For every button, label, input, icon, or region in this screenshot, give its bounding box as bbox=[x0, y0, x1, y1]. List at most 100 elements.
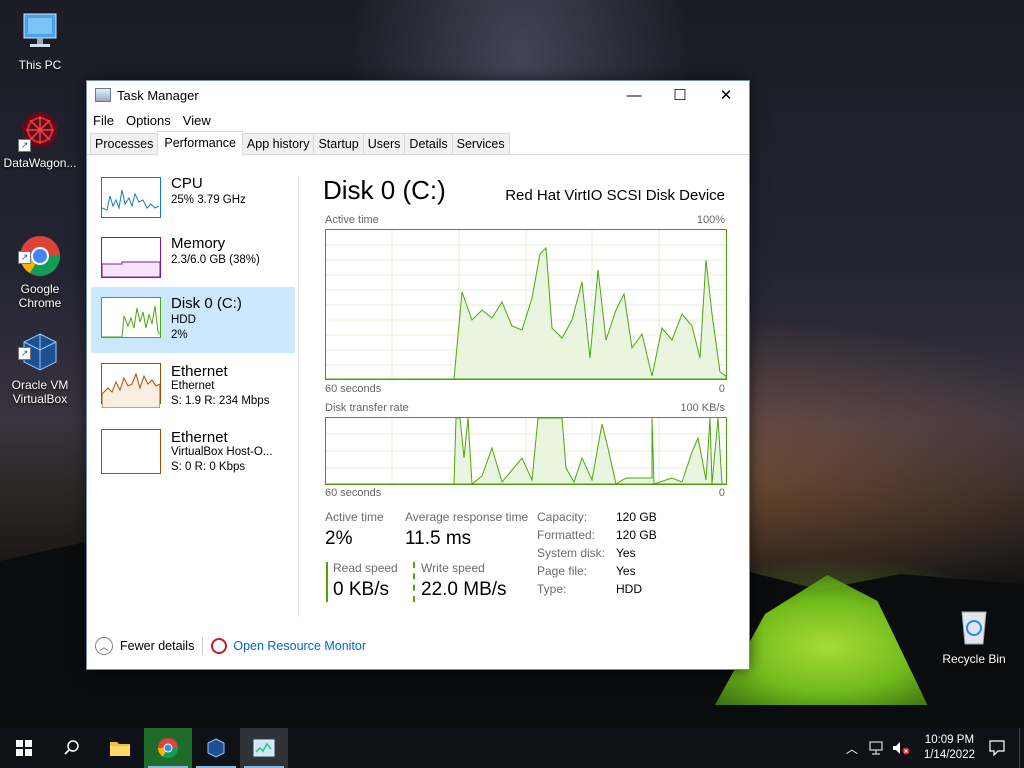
desktop-icon-virtualbox[interactable]: ↗ Oracle VM VirtualBox bbox=[0, 302, 80, 406]
menu-view[interactable]: View bbox=[183, 113, 211, 128]
shortcut-arrow-icon: ↗ bbox=[18, 251, 31, 264]
resource-detail: 2.3/6.0 GB (38%) bbox=[171, 254, 260, 266]
recycle-bin-icon bbox=[952, 604, 996, 648]
maximize-button[interactable]: ☐ bbox=[657, 81, 703, 109]
desktop-icon-label: Recycle Bin bbox=[942, 652, 1006, 666]
graph1-time: 60 seconds bbox=[325, 383, 382, 395]
menu-file[interactable]: File bbox=[93, 113, 114, 128]
chrome-icon: ↗ bbox=[18, 220, 62, 276]
graph2-min: 0 bbox=[718, 487, 725, 499]
resource-name: Disk 0 (C:) bbox=[171, 295, 242, 312]
chrome-icon bbox=[158, 738, 178, 758]
write-speed-label: Write speed bbox=[421, 561, 485, 575]
resource-item-ethernet-vbox[interactable]: Ethernet VirtualBox Host-O... S: 0 R: 0 … bbox=[91, 427, 295, 493]
tab-app-history[interactable]: App history bbox=[241, 133, 315, 154]
windows-logo-icon bbox=[16, 740, 32, 756]
resource-item-ethernet[interactable]: Ethernet Ethernet S: 1.9 R: 234 Mbps bbox=[91, 361, 295, 427]
fewer-details-button[interactable]: Fewer details bbox=[120, 639, 194, 653]
clock[interactable]: 10:09 PM 1/14/2022 bbox=[924, 733, 975, 763]
menu-bar: File Options View bbox=[87, 109, 749, 131]
desktop-icon-label: DataWagon... bbox=[3, 156, 77, 170]
network-icon[interactable] bbox=[868, 741, 884, 755]
resource-detail: 25% 3.79 GHz bbox=[171, 194, 246, 206]
resource-detail: Ethernet bbox=[171, 380, 215, 392]
ethernet-thumbnail-graph bbox=[101, 363, 161, 409]
disk-model: Red Hat VirtIO SCSI Disk Device bbox=[505, 187, 725, 204]
volume-muted-icon[interactable] bbox=[892, 741, 910, 755]
avg-response-label: Average response time bbox=[405, 510, 529, 524]
write-speed-value: 22.0 MB/s bbox=[421, 579, 507, 600]
graph2-label: Disk transfer rate bbox=[325, 402, 409, 414]
prop-system-disk-value: Yes bbox=[616, 546, 636, 560]
prop-formatted-value: 120 GB bbox=[616, 528, 657, 542]
taskbar-chrome[interactable] bbox=[144, 728, 192, 768]
chevron-up-icon[interactable]: ︿ bbox=[95, 637, 113, 655]
disk-thumbnail-graph bbox=[101, 297, 161, 338]
datawagon-icon: ↗ bbox=[18, 108, 62, 152]
search-icon bbox=[64, 740, 79, 755]
window-title: Task Manager bbox=[117, 87, 199, 103]
prop-formatted-label: Formatted: bbox=[537, 528, 596, 542]
footer-divider bbox=[202, 637, 204, 655]
resource-detail: HDD bbox=[171, 314, 196, 326]
search-button[interactable] bbox=[48, 728, 96, 768]
desktop-icon-chrome[interactable]: ↗ Google Chrome bbox=[0, 206, 80, 310]
notifications-icon[interactable] bbox=[989, 740, 1005, 756]
graph2-max: 100 KB/s bbox=[680, 402, 725, 414]
taskbar-task-manager[interactable] bbox=[240, 728, 288, 768]
footer-bar: ︿ Fewer details Open Resource Monitor bbox=[95, 637, 366, 655]
prop-system-disk-label: System disk: bbox=[537, 546, 606, 560]
graph1-label: Active time bbox=[325, 214, 379, 226]
open-resource-monitor-link[interactable]: Open Resource Monitor bbox=[233, 639, 366, 653]
show-desktop-button[interactable] bbox=[1019, 728, 1024, 768]
menu-options[interactable]: Options bbox=[126, 113, 171, 128]
title-bar[interactable]: Task Manager — ☐ ✕ bbox=[87, 81, 749, 109]
tab-users[interactable]: Users bbox=[362, 133, 406, 154]
this-pc-icon bbox=[18, 10, 62, 54]
prop-type-label: Type: bbox=[537, 582, 567, 596]
resource-usage: 2% bbox=[171, 329, 188, 341]
tab-startup[interactable]: Startup bbox=[313, 133, 364, 154]
read-speed-label: Read speed bbox=[333, 561, 398, 575]
resource-name: Ethernet bbox=[171, 363, 228, 380]
prop-type-value: HDD bbox=[616, 582, 642, 596]
virtualbox-icon: ↗ bbox=[18, 316, 62, 371]
prop-page-file-value: Yes bbox=[616, 564, 636, 578]
taskbar: ︿ 10:09 PM 1/14/2022 bbox=[0, 728, 1024, 768]
task-manager-window: Task Manager — ☐ ✕ File Options View Pro… bbox=[86, 80, 750, 670]
read-speed-value: 0 KB/s bbox=[333, 579, 389, 600]
ethernet-vbox-thumbnail-graph bbox=[101, 429, 161, 474]
resource-name: CPU bbox=[171, 175, 203, 192]
tab-services[interactable]: Services bbox=[451, 133, 510, 154]
start-button[interactable] bbox=[0, 728, 48, 768]
close-button[interactable]: ✕ bbox=[703, 81, 749, 109]
resource-monitor-icon bbox=[211, 638, 228, 654]
desktop-icon-this-pc[interactable]: This PC bbox=[0, 10, 80, 72]
resource-item-disk0[interactable]: Disk 0 (C:) HDD 2% bbox=[91, 287, 295, 353]
desktop-icon-label: Oracle VM VirtualBox bbox=[11, 378, 69, 406]
virtualbox-icon bbox=[207, 738, 225, 758]
prop-capacity-value: 120 GB bbox=[616, 510, 657, 524]
active-time-value: 2% bbox=[325, 528, 353, 549]
prop-capacity-label: Capacity: bbox=[537, 510, 588, 524]
resource-name: Ethernet bbox=[171, 429, 228, 446]
panel-divider bbox=[298, 177, 299, 617]
folder-icon bbox=[110, 742, 130, 756]
desktop-icon-recycle-bin[interactable]: Recycle Bin bbox=[934, 604, 1014, 666]
taskbar-virtualbox[interactable] bbox=[192, 728, 240, 768]
shortcut-arrow-icon: ↗ bbox=[18, 139, 31, 152]
tab-details[interactable]: Details bbox=[404, 133, 453, 154]
tab-performance[interactable]: Performance bbox=[157, 131, 243, 155]
task-manager-icon bbox=[253, 739, 275, 757]
read-speed-marker bbox=[326, 562, 328, 602]
desktop-icon-datawagon[interactable]: ↗ DataWagon... bbox=[0, 108, 80, 170]
resource-item-cpu[interactable]: CPU 25% 3.79 GHz bbox=[91, 173, 295, 239]
resource-detail: VirtualBox Host-O... bbox=[171, 446, 273, 458]
clock-time: 10:09 PM bbox=[924, 734, 975, 746]
taskbar-file-explorer[interactable] bbox=[96, 728, 144, 768]
tab-processes[interactable]: Processes bbox=[90, 133, 159, 154]
avg-response-value: 11.5 ms bbox=[405, 528, 472, 549]
minimize-button[interactable]: — bbox=[611, 81, 657, 109]
system-tray: ︿ 10:09 PM 1/14/2022 bbox=[846, 728, 1024, 768]
chevron-up-icon[interactable]: ︿ bbox=[846, 740, 858, 757]
